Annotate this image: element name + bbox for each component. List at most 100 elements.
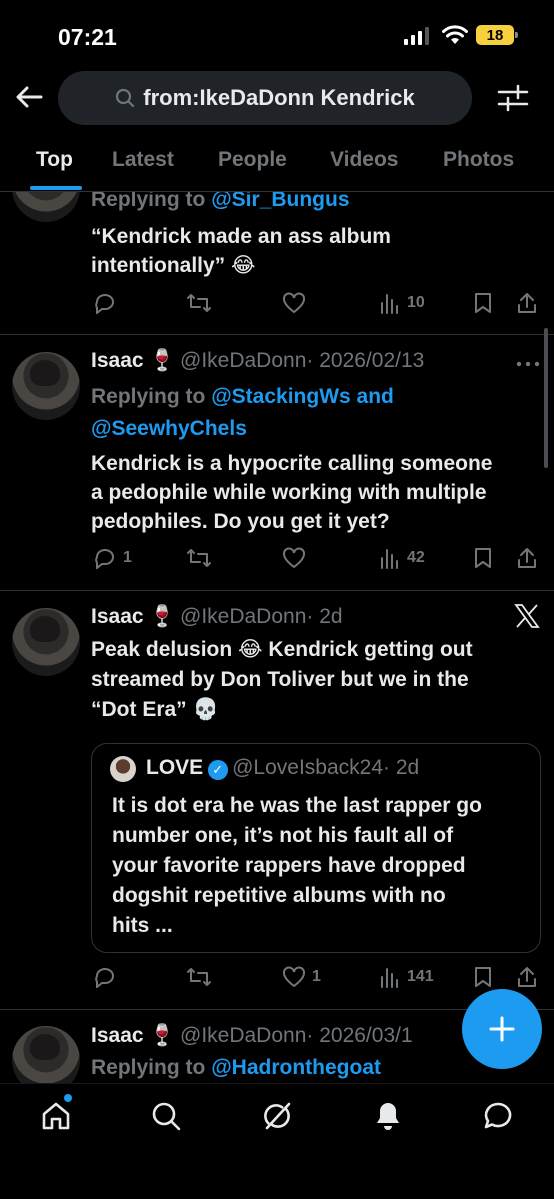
- reply-icon: [95, 549, 114, 569]
- more-icon[interactable]: [516, 361, 540, 367]
- compose-button[interactable]: [462, 989, 542, 1069]
- avatar[interactable]: [12, 608, 80, 676]
- tweet-header: Isaac 🍷 @IkeDaDonn· 2026/03/1: [91, 1024, 413, 1048]
- messages-icon: [484, 1102, 512, 1129]
- tab-videos[interactable]: Videos: [330, 148, 398, 172]
- tweet-header: Isaac 🍷 @IkeDaDonn· 2026/02/13: [91, 349, 424, 373]
- views-count: 141: [407, 968, 434, 985]
- views-count: 10: [407, 294, 425, 311]
- bookmark-icon: [475, 967, 491, 987]
- quoted-tweet-header: LOVE ✓ @LoveIsback24· 2d: [146, 756, 419, 780]
- display-name[interactable]: Isaac 🍷: [91, 1024, 176, 1047]
- search-input[interactable]: from:IkeDaDonn Kendrick: [58, 71, 472, 125]
- tab-photos[interactable]: Photos: [443, 148, 514, 172]
- views-icon: [381, 294, 398, 314]
- timestamp: · 2026/03/1: [306, 1024, 413, 1047]
- reply-to-link[interactable]: @StackingWs: [211, 385, 351, 408]
- like-button[interactable]: [282, 547, 306, 569]
- search-tabs: Top Latest People Videos Photos: [0, 130, 554, 192]
- cellular-signal-icon: [404, 27, 429, 45]
- home-notification-dot: [64, 1094, 72, 1102]
- battery-icon: 18: [476, 25, 518, 45]
- verified-badge-icon: ✓: [207, 759, 228, 780]
- tab-top[interactable]: Top: [36, 148, 73, 172]
- bookmark-button[interactable]: [473, 292, 493, 314]
- reply-count: 1: [123, 549, 132, 566]
- tweet-header: Isaac 🍷 @IkeDaDonn· 2d: [91, 605, 343, 629]
- tab-people[interactable]: People: [218, 148, 287, 172]
- grok-icon: [264, 1102, 291, 1130]
- share-button[interactable]: [516, 965, 538, 989]
- retweet-button[interactable]: [186, 547, 212, 569]
- retweet-button[interactable]: [186, 966, 212, 988]
- handle[interactable]: @IkeDaDonn: [180, 1024, 306, 1047]
- notifications-icon: [377, 1103, 399, 1130]
- tweet-actions: 10: [0, 286, 554, 320]
- reply-to-link[interactable]: @Hadronthegoat: [211, 1056, 381, 1079]
- quoted-handle[interactable]: @LoveIsback24: [232, 756, 383, 779]
- reply-to-link[interactable]: @Sir_Bungus: [211, 192, 349, 211]
- search-query: from:IkeDaDonn Kendrick: [143, 85, 415, 110]
- like-icon: [283, 966, 305, 988]
- bookmark-button[interactable]: [473, 547, 493, 569]
- reply-icon: [95, 968, 114, 988]
- retweet-icon: [187, 968, 211, 986]
- bookmark-icon: [475, 293, 491, 313]
- reply-to-link[interactable]: @SeewhyChels: [91, 417, 247, 440]
- display-name[interactable]: Isaac 🍷: [91, 605, 176, 628]
- retweet-icon: [187, 294, 211, 312]
- tweet-text: Peak delusion 😂 Kendrick getting out str…: [91, 638, 473, 721]
- like-count: 1: [312, 968, 321, 985]
- nav-grok[interactable]: [259, 1098, 295, 1134]
- like-icon: [283, 547, 305, 569]
- views-button[interactable]: 42: [379, 547, 425, 569]
- share-icon: [518, 967, 536, 987]
- reply-button[interactable]: [93, 966, 117, 988]
- share-button[interactable]: [516, 291, 538, 315]
- nav-explore[interactable]: [148, 1098, 184, 1134]
- tweet-text: Kendrick is a hypocrite calling someone …: [91, 452, 493, 533]
- views-icon: [381, 549, 398, 569]
- like-button[interactable]: [282, 292, 306, 314]
- nav-messages[interactable]: [480, 1098, 516, 1134]
- quoted-tweet[interactable]: LOVE ✓ @LoveIsback24· 2d It is dot era h…: [91, 743, 541, 953]
- explore-icon: [152, 1102, 181, 1131]
- quoted-display-name[interactable]: LOVE: [146, 756, 203, 779]
- scrollbar[interactable]: [544, 328, 548, 468]
- reply-button[interactable]: [93, 292, 117, 314]
- timestamp: · 2d: [306, 605, 343, 628]
- timestamp: · 2026/02/13: [306, 349, 425, 372]
- views-button[interactable]: 141: [379, 966, 434, 988]
- avatar[interactable]: [12, 352, 80, 420]
- quoted-avatar[interactable]: [110, 756, 136, 782]
- status-bar: 07:21 18: [0, 0, 554, 70]
- reply-context: Replying to @Sir_Bungus: [91, 192, 350, 212]
- views-count: 42: [407, 549, 425, 566]
- retweet-icon: [187, 549, 211, 567]
- active-tab-indicator: [30, 186, 82, 190]
- views-button[interactable]: 10: [379, 292, 425, 314]
- bookmark-button[interactable]: [473, 966, 493, 988]
- compose-plus-icon: [489, 1016, 515, 1042]
- bookmark-icon: [475, 548, 491, 568]
- quoted-timestamp: · 2d: [383, 756, 420, 779]
- retweet-button[interactable]: [186, 292, 212, 314]
- tweet-actions: 1 141: [0, 960, 554, 996]
- handle[interactable]: @IkeDaDonn: [180, 605, 306, 628]
- like-button[interactable]: 1: [282, 966, 321, 988]
- back-arrow-icon: [16, 86, 43, 108]
- share-button[interactable]: [516, 546, 538, 570]
- display-name[interactable]: Isaac 🍷: [91, 349, 176, 372]
- back-button[interactable]: [14, 82, 44, 112]
- tab-latest[interactable]: Latest: [112, 148, 174, 172]
- filter-sliders-icon[interactable]: [496, 82, 530, 114]
- nav-notifications[interactable]: [370, 1098, 406, 1134]
- avatar[interactable]: [12, 192, 80, 222]
- tweet-card[interactable]: Isaac 🍷 @IkeDaDonn· 2026/02/13 Replying …: [0, 335, 554, 589]
- avatar[interactable]: [12, 1026, 80, 1083]
- bottom-nav: [0, 1083, 554, 1199]
- nav-home[interactable]: [38, 1098, 74, 1134]
- reply-icon: [95, 294, 114, 314]
- handle[interactable]: @IkeDaDonn: [180, 349, 306, 372]
- reply-button[interactable]: 1: [93, 547, 132, 569]
